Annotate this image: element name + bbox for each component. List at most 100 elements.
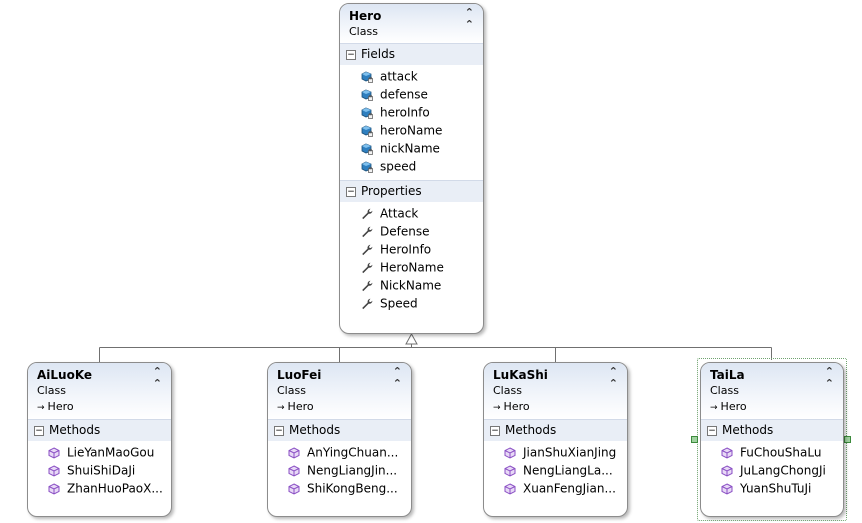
methods-section: − Methods LieYanMaoGou ShuiShiDaJi ZhanHuoPa…: [28, 419, 171, 502]
class-box-lukashi[interactable]: LuKaShi Class → Hero ⌃ ⌃ − Methods JianShuXianJi…: [483, 362, 628, 517]
base-class-name: Hero: [720, 400, 747, 413]
double-chevron-up-icon[interactable]: ⌃ ⌃: [153, 366, 162, 390]
field-item[interactable]: heroInfo: [340, 103, 483, 121]
field-item[interactable]: speed: [340, 157, 483, 175]
member-name: JianShuXianJing: [523, 445, 617, 460]
property-item[interactable]: Defense: [340, 222, 483, 240]
minus-box-icon[interactable]: −: [346, 186, 356, 197]
field-icon: [361, 107, 373, 119]
minus-box-icon[interactable]: −: [346, 49, 356, 60]
method-item[interactable]: LieYanMaoGou: [28, 443, 171, 461]
base-class-ref: → Hero: [710, 399, 843, 416]
field-icon: [361, 89, 373, 101]
method-cube-icon: [288, 482, 300, 495]
properties-list: Attack Defense HeroInfo HeroName NickName Spe…: [340, 202, 483, 317]
member-name: JuLangChongJi: [740, 463, 826, 478]
methods-section-header[interactable]: − Methods: [701, 419, 843, 441]
properties-section: − Properties Attack Defense HeroInfo HeroNam…: [340, 180, 483, 317]
property-item[interactable]: HeroName: [340, 258, 483, 276]
methods-section-header[interactable]: − Methods: [268, 419, 411, 441]
fields-section: − Fields attack defense heroInfo heroName nic…: [340, 43, 483, 180]
member-name: Attack: [380, 206, 419, 221]
properties-section-header[interactable]: − Properties: [340, 180, 483, 202]
class-box-taila[interactable]: TaiLa Class → Hero ⌃ ⌃ − Methods FuChouShaLu JuLa…: [700, 362, 844, 517]
member-name: attack: [380, 69, 418, 84]
wrench-icon: [362, 280, 373, 291]
class-header[interactable]: LuoFei Class → Hero ⌃ ⌃: [268, 363, 411, 419]
class-box-ailuoke[interactable]: AiLuoKe Class → Hero ⌃ ⌃ − Methods LieYanMaoGou S…: [27, 362, 172, 517]
class-stereotype: Class: [349, 25, 378, 38]
fields-list: attack defense heroInfo heroName nickName spe…: [340, 65, 483, 180]
minus-box-icon[interactable]: −: [34, 425, 44, 436]
section-label: Methods: [505, 423, 557, 437]
wrench-icon: [362, 244, 373, 255]
inherit-arrow-icon: →: [493, 403, 501, 413]
field-item[interactable]: nickName: [340, 139, 483, 157]
field-icon: [361, 125, 373, 137]
minus-box-icon[interactable]: −: [707, 425, 717, 436]
field-icon: [361, 161, 373, 173]
method-cube-icon: [288, 446, 300, 459]
method-item[interactable]: NengLiangLa...: [484, 461, 627, 479]
method-item[interactable]: ShuiShiDaJi: [28, 461, 171, 479]
method-item[interactable]: JianShuXianJing: [484, 443, 627, 461]
method-item[interactable]: YuanShuTuJi: [701, 479, 843, 497]
method-item[interactable]: XuanFengJian...: [484, 479, 627, 497]
class-header[interactable]: TaiLa Class → Hero ⌃ ⌃: [701, 363, 843, 419]
methods-list: FuChouShaLu JuLangChongJi YuanShuTuJi: [701, 441, 843, 502]
property-item[interactable]: Attack: [340, 204, 483, 222]
methods-section: − Methods AnYingChuan... NengLiangJin... Shi…: [268, 419, 411, 502]
resize-handle-left[interactable]: [691, 436, 698, 443]
member-name: ShuiShiDaJi: [67, 463, 136, 478]
double-chevron-up-icon[interactable]: ⌃ ⌃: [609, 366, 618, 390]
member-name: YuanShuTuJi: [740, 481, 812, 496]
class-name: TaiLa: [710, 368, 745, 382]
field-item[interactable]: attack: [340, 67, 483, 85]
member-name: NickName: [380, 278, 442, 293]
member-name: AnYingChuan...: [307, 445, 399, 460]
method-cube-icon: [48, 482, 60, 495]
method-item[interactable]: AnYingChuan...: [268, 443, 411, 461]
methods-list: LieYanMaoGou ShuiShiDaJi ZhanHuoPaoX...: [28, 441, 171, 502]
double-chevron-up-icon[interactable]: ⌃ ⌃: [465, 7, 474, 31]
member-name: XuanFengJian...: [523, 481, 616, 496]
base-class-name: Hero: [287, 400, 314, 413]
double-chevron-up-icon[interactable]: ⌃ ⌃: [393, 366, 402, 390]
wrench-icon: [362, 226, 373, 237]
method-cube-icon: [48, 464, 60, 477]
resize-handle-right[interactable]: [844, 436, 851, 443]
minus-box-icon[interactable]: −: [274, 425, 284, 436]
property-item[interactable]: NickName: [340, 276, 483, 294]
class-box-hero[interactable]: Hero Class ⌃ ⌃ − Fields attack defense heroI…: [339, 3, 484, 334]
class-name: LuoFei: [277, 368, 322, 382]
property-item[interactable]: Speed: [340, 294, 483, 312]
member-name: FuChouShaLu: [740, 445, 822, 460]
property-item[interactable]: HeroInfo: [340, 240, 483, 258]
class-box-luofei[interactable]: LuoFei Class → Hero ⌃ ⌃ − Methods AnYingChuan...…: [267, 362, 412, 517]
method-item[interactable]: ZhanHuoPaoX...: [28, 479, 171, 497]
class-stereotype: Class: [493, 384, 522, 397]
method-item[interactable]: FuChouShaLu: [701, 443, 843, 461]
class-name: Hero: [349, 9, 382, 23]
member-name: ShiKongBeng...: [307, 481, 398, 496]
methods-section: − Methods JianShuXianJing NengLiangLa... Xua…: [484, 419, 627, 502]
methods-section-header[interactable]: − Methods: [484, 419, 627, 441]
class-header[interactable]: AiLuoKe Class → Hero ⌃ ⌃: [28, 363, 171, 419]
method-item[interactable]: NengLiangJin...: [268, 461, 411, 479]
wrench-icon: [362, 262, 373, 273]
inherit-arrow-icon: →: [277, 403, 285, 413]
field-item[interactable]: heroName: [340, 121, 483, 139]
methods-section-header[interactable]: − Methods: [28, 419, 171, 441]
member-name: LieYanMaoGou: [67, 445, 155, 460]
method-item[interactable]: ShiKongBeng...: [268, 479, 411, 497]
field-item[interactable]: defense: [340, 85, 483, 103]
class-header[interactable]: LuKaShi Class → Hero ⌃ ⌃: [484, 363, 627, 419]
section-label: Fields: [361, 47, 395, 61]
minus-box-icon[interactable]: −: [490, 425, 500, 436]
member-name: HeroInfo: [380, 242, 432, 257]
double-chevron-up-icon[interactable]: ⌃ ⌃: [825, 366, 834, 390]
method-item[interactable]: JuLangChongJi: [701, 461, 843, 479]
methods-section: − Methods FuChouShaLu JuLangChongJi YuanShuT…: [701, 419, 843, 502]
fields-section-header[interactable]: − Fields: [340, 43, 483, 65]
class-header[interactable]: Hero Class ⌃ ⌃: [340, 4, 483, 43]
